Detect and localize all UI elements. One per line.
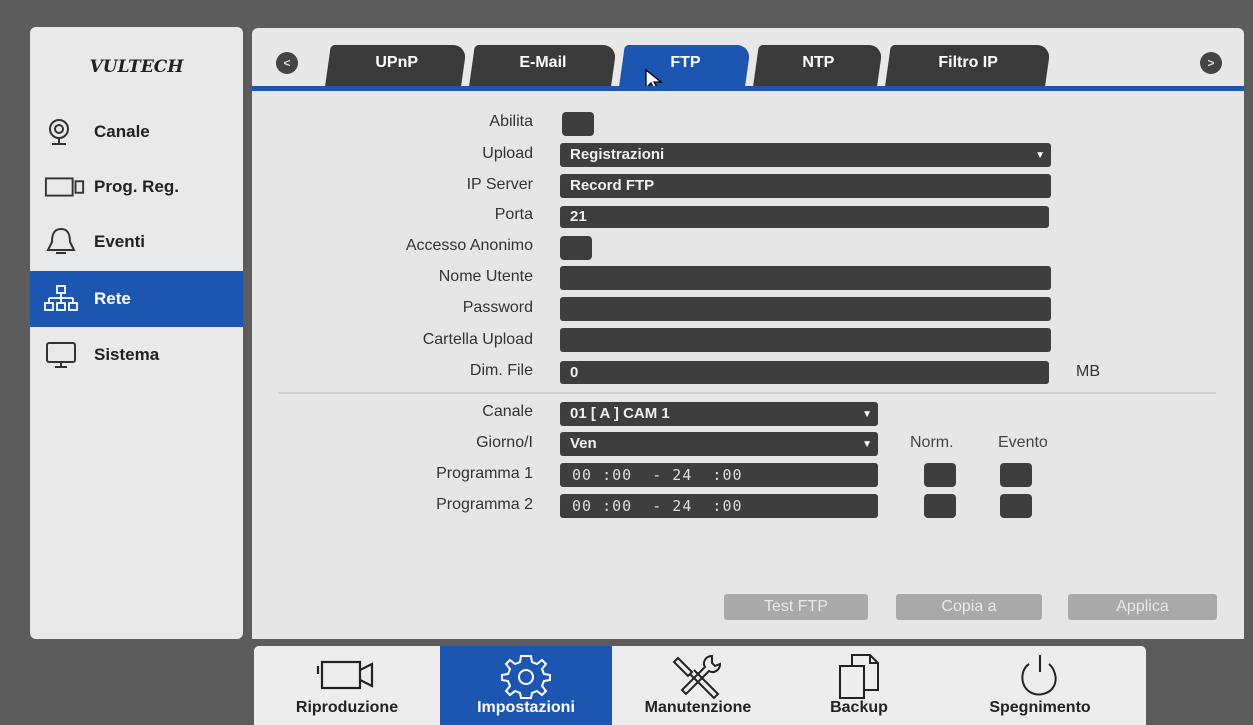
sidebar-item-label: Prog. Reg. (94, 177, 180, 196)
tab-ntp[interactable]: NTP (753, 45, 883, 86)
tab-upnp[interactable]: UPnP (325, 45, 467, 86)
day-value: Ven (570, 435, 597, 452)
bottom-nav-spegnimento[interactable]: Spegnimento (934, 646, 1146, 725)
anonymous-access-label: Accesso Anonimo (405, 237, 533, 254)
tab-ftp[interactable]: FTP (619, 45, 751, 86)
tab-prev-button[interactable]: < (276, 52, 298, 74)
event-header: Evento (998, 434, 1048, 451)
power-icon (1021, 655, 1057, 696)
bottom-nav-impostazioni[interactable]: Impostazioni (440, 646, 612, 725)
username-label: Nome Utente (438, 268, 533, 285)
file-size-field[interactable]: 0 (560, 361, 1049, 384)
copy-files-icon (839, 654, 879, 699)
program-2-event-checkbox[interactable] (1000, 494, 1032, 518)
tab-next-button[interactable]: > (1200, 52, 1222, 74)
upload-label: Upload (482, 145, 533, 162)
bottom-nav-label: Impostazioni (477, 699, 575, 716)
file-size-label: Dim. File (469, 362, 533, 379)
camera-icon (44, 117, 86, 147)
tab-label: Filtro IP (938, 54, 999, 71)
port-label: Porta (494, 206, 533, 223)
sidebar-item-rete[interactable]: Rete (30, 271, 243, 327)
program-2-label: Programma 2 (436, 496, 533, 513)
bottom-nav-manutenzione[interactable]: Manutenzione (612, 646, 784, 725)
tab-label: UPnP (375, 54, 418, 71)
file-size-unit: MB (1076, 363, 1100, 380)
bottom-nav-label: Manutenzione (644, 699, 752, 716)
program-1-label: Programma 1 (436, 465, 533, 482)
sidebar: VULTECH Canale Prog. Reg. Eventi Rete Si… (30, 27, 243, 639)
sidebar-item-sistema[interactable]: Sistema (30, 327, 243, 383)
ip-server-label: IP Server (466, 176, 533, 193)
sidebar-item-label: Rete (94, 289, 131, 308)
bottom-nav-label: Riproduzione (295, 699, 399, 716)
dropdown-arrow-icon: ▼ (1035, 150, 1045, 161)
channel-select[interactable]: 01 [ A ] CAM 1 ▼ (560, 402, 878, 426)
bottom-nav-bar: Riproduzione Impostazioni Manutenzione B… (254, 646, 1146, 725)
sidebar-item-prog-reg[interactable]: Prog. Reg. (30, 159, 243, 215)
network-icon (44, 284, 86, 314)
gear-icon (501, 655, 551, 699)
sidebar-item-label: Canale (94, 122, 150, 141)
day-label: Giorno/I (476, 434, 533, 451)
program-2-norm-checkbox[interactable] (924, 494, 956, 518)
upload-folder-label: Cartella Upload (422, 331, 533, 348)
ip-server-field[interactable]: Record FTP (560, 174, 1051, 198)
upload-value: Registrazioni (570, 146, 665, 163)
bottom-nav-backup[interactable]: Backup (784, 646, 934, 725)
username-field[interactable] (560, 266, 1051, 290)
anonymous-access-checkbox[interactable] (560, 236, 592, 260)
test-ftp-button[interactable]: Test FTP (724, 594, 868, 620)
bottom-nav-label: Spegnimento (989, 699, 1091, 716)
bottom-nav-riproduzione[interactable]: Riproduzione (254, 646, 440, 725)
password-field[interactable] (560, 297, 1051, 321)
section-divider (278, 392, 1216, 394)
sidebar-item-eventi[interactable]: Eventi (30, 214, 243, 270)
vultech-logo: VULTECH (89, 57, 184, 77)
apply-button[interactable]: Applica (1068, 594, 1217, 620)
program-2-time-range[interactable]: 00 :00 - 24 :00 (560, 494, 878, 518)
tab-bar: < UPnP E-Mail FTP NTP Filtro IP > (252, 28, 1244, 92)
enable-checkbox[interactable] (562, 112, 594, 136)
tab-label: FTP (670, 54, 701, 71)
enable-label: Abilita (489, 113, 533, 130)
chevron-left-icon: < (283, 56, 291, 70)
chevron-right-icon: > (1207, 56, 1215, 70)
bell-icon (44, 227, 86, 257)
copy-to-button[interactable]: Copia a (896, 594, 1042, 620)
channel-label: Canale (482, 403, 533, 420)
channel-value: 01 [ A ] CAM 1 (570, 405, 670, 422)
sidebar-item-canale[interactable]: Canale (30, 104, 243, 160)
dropdown-arrow-icon: ▼ (862, 409, 872, 420)
tab-email[interactable]: E-Mail (469, 45, 617, 86)
norm-header: Norm. (910, 434, 954, 451)
tab-label: NTP (802, 54, 835, 71)
day-select[interactable]: Ven ▼ (560, 432, 878, 456)
monitor-icon (44, 340, 86, 370)
tab-filtro-ip[interactable]: Filtro IP (885, 45, 1051, 86)
dropdown-arrow-icon: ▼ (862, 439, 872, 450)
program-1-time-range[interactable]: 00 :00 - 24 :00 (560, 463, 878, 487)
tab-label: E-Mail (519, 54, 567, 71)
tools-icon (672, 654, 722, 700)
port-field[interactable]: 21 (560, 206, 1049, 228)
upload-select[interactable]: Registrazioni ▼ (560, 143, 1051, 167)
sidebar-item-label: Sistema (94, 345, 160, 364)
bottom-nav-label: Backup (830, 699, 888, 716)
password-label: Password (462, 299, 533, 316)
video-camera-icon (316, 660, 374, 690)
upload-folder-field[interactable] (560, 328, 1051, 352)
program-1-event-checkbox[interactable] (1000, 463, 1032, 487)
sidebar-item-label: Eventi (94, 232, 146, 251)
recorder-icon (44, 172, 86, 202)
program-1-norm-checkbox[interactable] (924, 463, 956, 487)
